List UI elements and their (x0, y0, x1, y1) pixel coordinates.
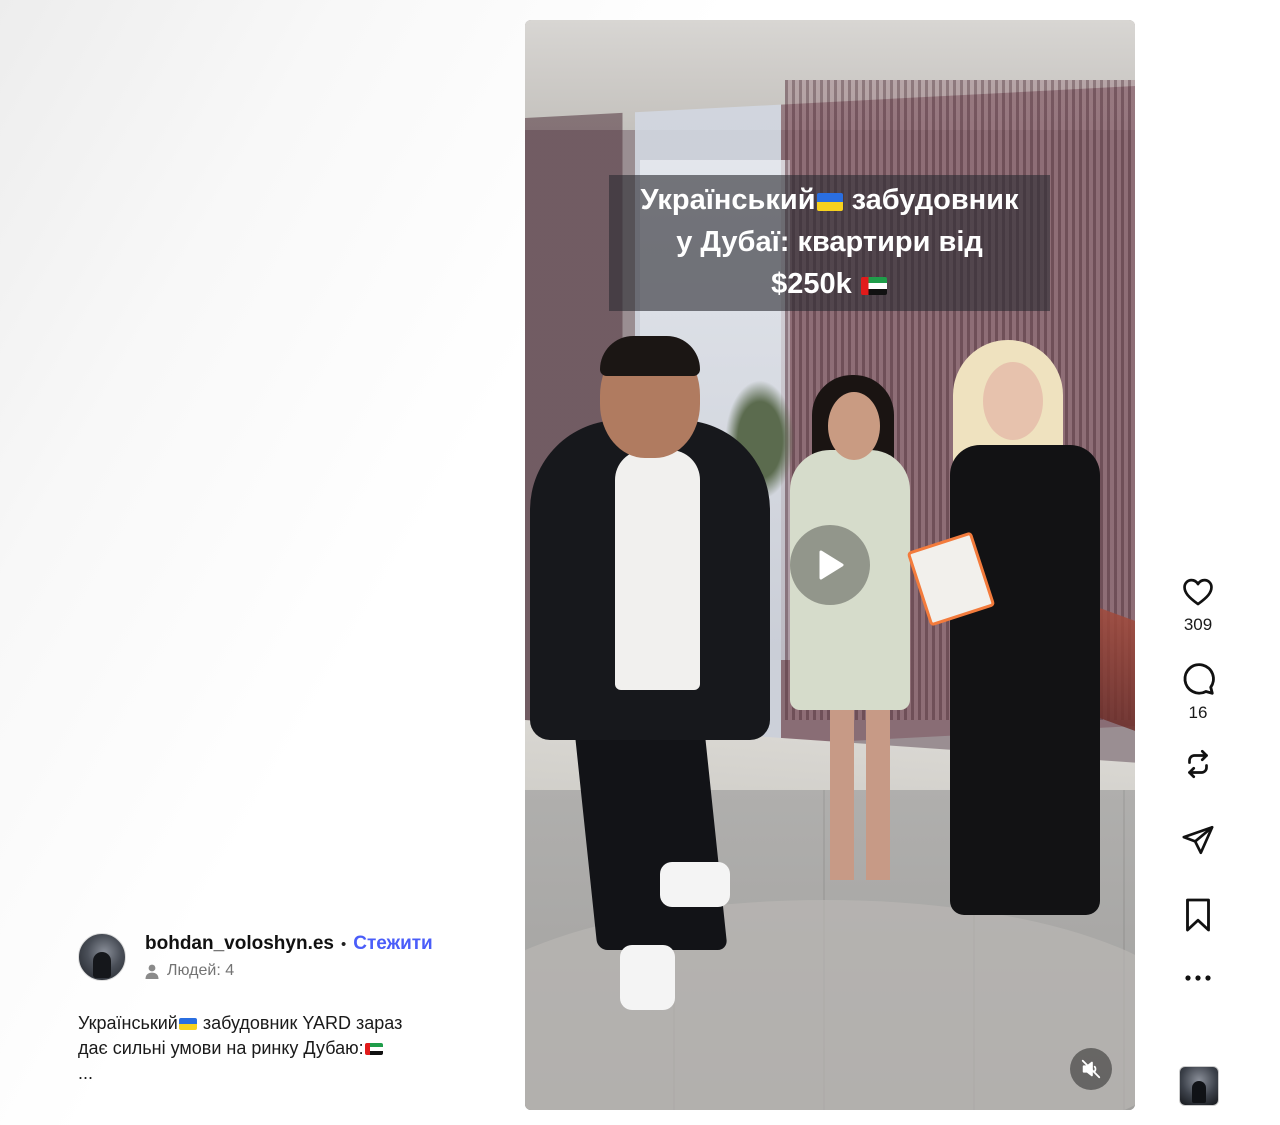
tagged-people[interactable]: Людей: 4 (145, 962, 433, 980)
audio-avatar[interactable] (1179, 1066, 1219, 1106)
overlay-line-1: Український забудовник (609, 179, 1050, 221)
caption-text: дає сильні умови на ринку Дубаю: (78, 1038, 364, 1058)
video-player[interactable]: Український забудовник у Дубаї: квартири… (525, 20, 1135, 1110)
person-man-shirt (615, 450, 700, 690)
person-man-shoe (660, 862, 730, 907)
separator-dot: • (340, 935, 347, 953)
overlay-text: забудовник (843, 184, 1019, 216)
like-button[interactable]: 309 (1180, 575, 1216, 635)
caption-line-2: дає сильні умови на ринку Дубаю: (78, 1036, 478, 1061)
video-title-overlay: Український забудовник у Дубаї: квартири… (609, 175, 1050, 311)
bookmark-icon (1186, 898, 1210, 932)
people-count: Людей: 4 (167, 962, 235, 979)
overlay-line-2: у Дубаї: квартири від (676, 226, 983, 258)
person-man-shoe (620, 945, 675, 1010)
author-block: bohdan_voloshyn.es • Стежити Людей: 4 (78, 933, 433, 981)
share-button[interactable] (1181, 823, 1215, 857)
muted-speaker-icon (1081, 1059, 1101, 1079)
person-man-hair (600, 336, 700, 376)
avatar[interactable] (78, 933, 126, 981)
uae-flag-icon (860, 277, 887, 295)
caption-line-1: Український забудовник YARD зараз (78, 1011, 478, 1036)
repost-icon (1188, 749, 1208, 779)
person-man-pants (572, 710, 728, 950)
more-icon (1185, 975, 1211, 981)
play-icon (819, 550, 844, 580)
save-button[interactable] (1183, 897, 1213, 933)
comment-button[interactable]: 16 (1180, 661, 1216, 723)
uae-flag-icon (364, 1043, 383, 1055)
overlay-text: $250k (771, 268, 860, 300)
ukraine-flag-icon (816, 193, 843, 211)
comment-count: 16 (1188, 703, 1208, 722)
comment-icon (1183, 663, 1215, 695)
follow-button[interactable]: Стежити (353, 933, 432, 955)
heart-icon (1183, 578, 1213, 606)
more-button[interactable] (1183, 973, 1213, 983)
caption-text: забудовник YARD зараз (197, 1013, 403, 1033)
caption-more[interactable]: ... (78, 1061, 478, 1086)
person-icon (145, 964, 159, 979)
like-count: 309 (1183, 615, 1213, 634)
repost-button[interactable] (1181, 747, 1215, 781)
person-blonde-face (983, 362, 1043, 440)
action-bar: 309 16 (1170, 575, 1226, 983)
caption-text: Український (78, 1013, 178, 1033)
person-woman-face (828, 392, 880, 460)
ukraine-flag-icon (178, 1018, 197, 1030)
mute-toggle-button[interactable] (1070, 1048, 1112, 1090)
share-icon (1182, 825, 1214, 855)
overlay-line-3: $250k (609, 263, 1050, 305)
person-blonde-outfit (950, 445, 1100, 915)
post-caption[interactable]: Український забудовник YARD зараз дає си… (78, 1011, 478, 1086)
person-woman-legs (830, 710, 890, 880)
play-button[interactable] (790, 525, 870, 605)
overlay-text: Український (640, 184, 816, 216)
username-link[interactable]: bohdan_voloshyn.es (145, 933, 334, 955)
